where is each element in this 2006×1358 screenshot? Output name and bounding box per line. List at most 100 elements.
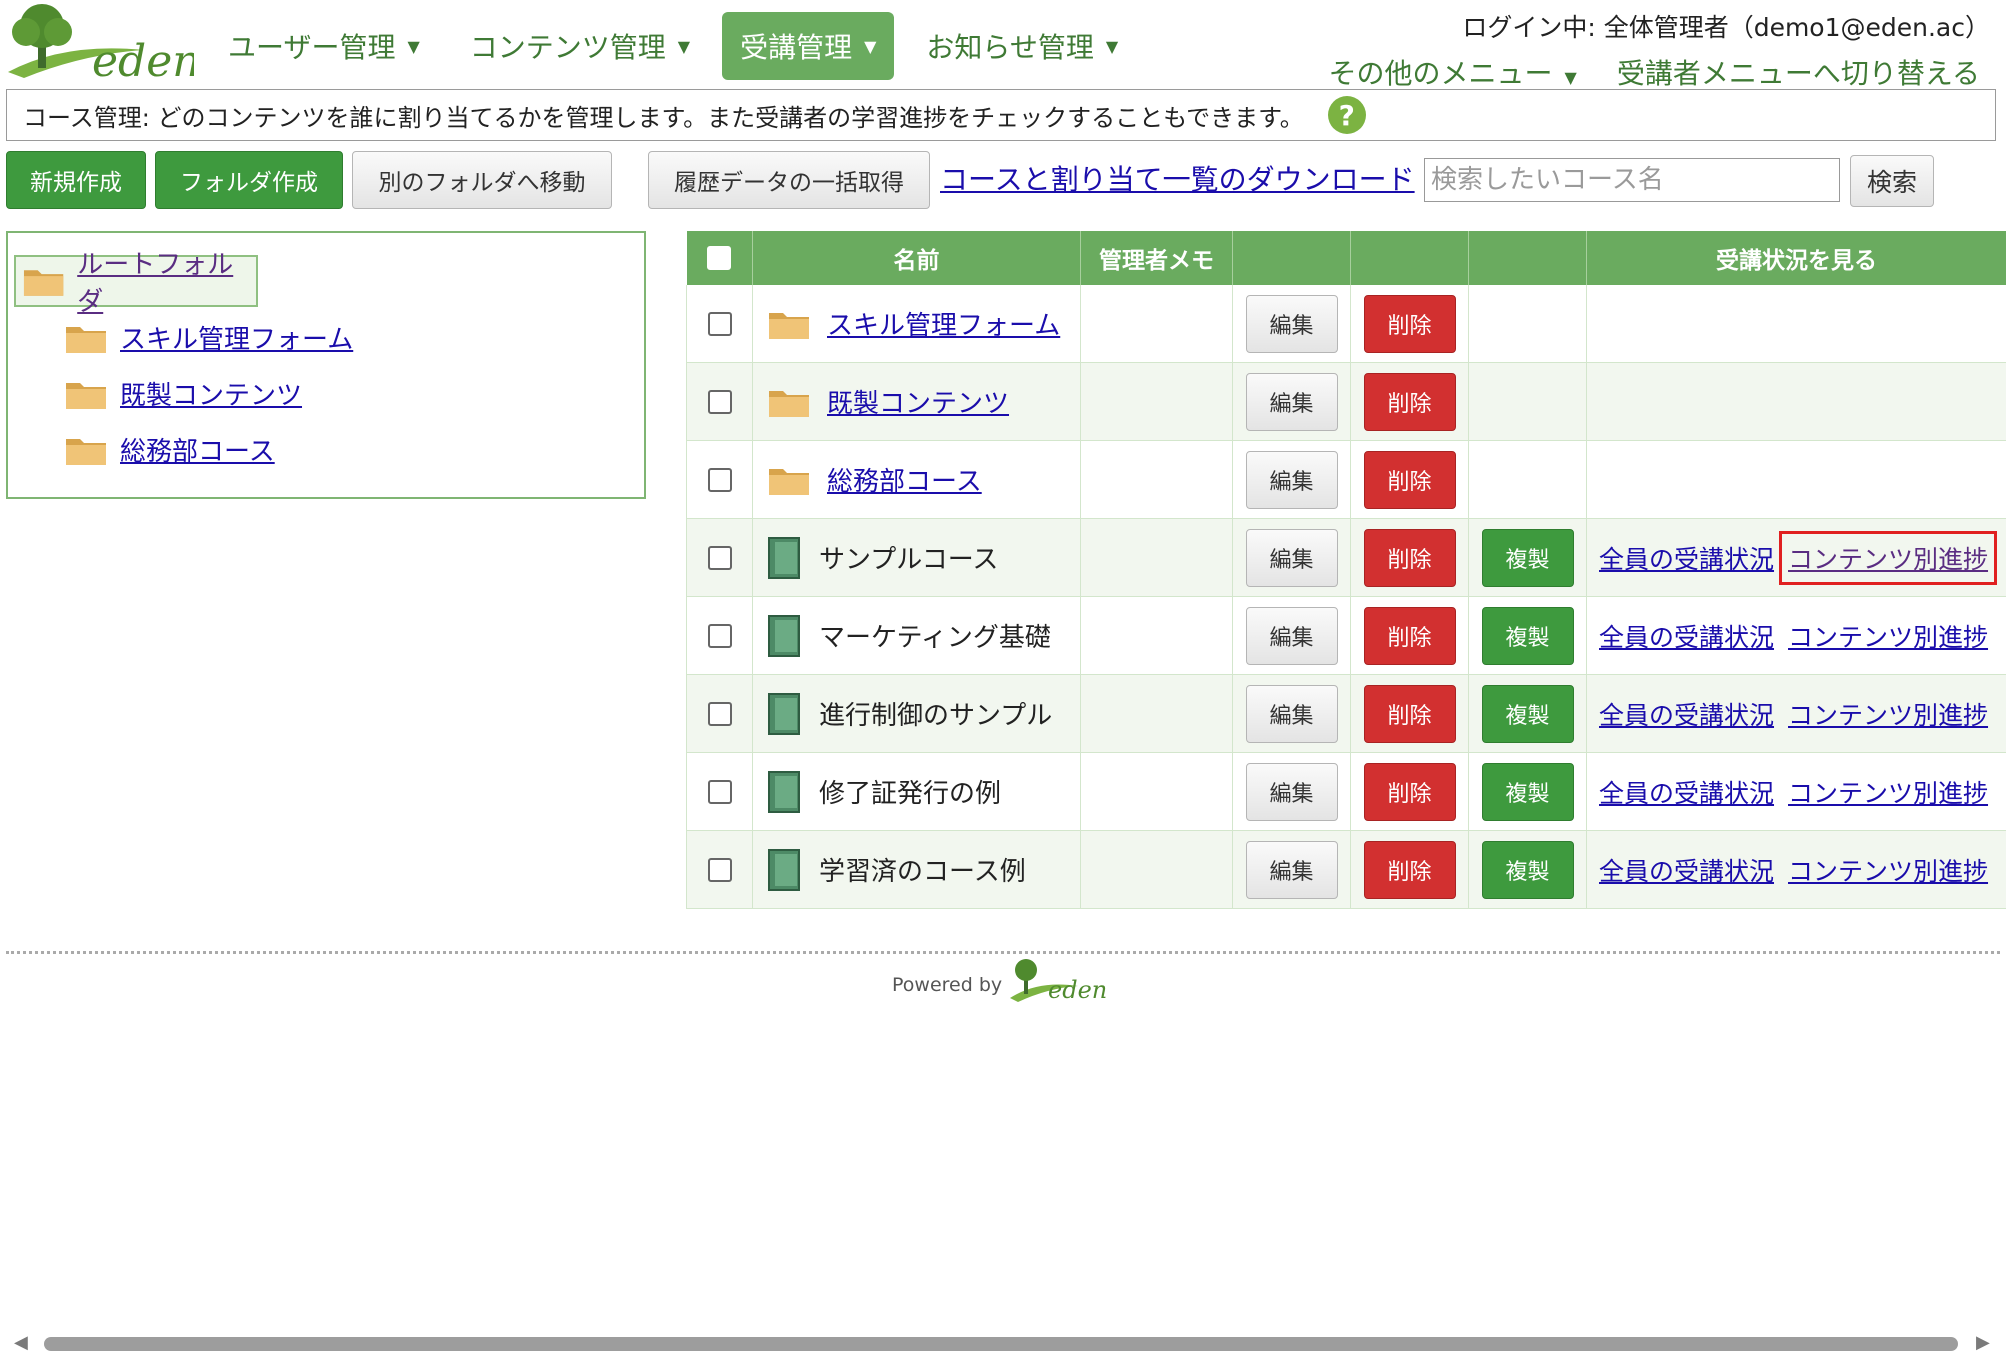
- other-menu-dropdown[interactable]: その他のメニュー ▼: [1329, 52, 1577, 92]
- copy-header: [1468, 231, 1587, 285]
- row-checkbox[interactable]: [707, 623, 732, 648]
- eden-logo[interactable]: eden: [4, 2, 201, 87]
- edit-button[interactable]: 編集: [1245, 294, 1338, 353]
- course-book-icon: [768, 770, 800, 813]
- course-book-icon: [768, 848, 800, 891]
- caret-down-icon: ▼: [1564, 68, 1577, 87]
- tree-root-link[interactable]: ルートフォルダ: [77, 244, 256, 318]
- folder-icon: [769, 312, 809, 339]
- edit-header: [1232, 231, 1351, 285]
- table-header-row: 名前 管理者メモ 受講状況を見る: [686, 231, 2006, 285]
- edit-button[interactable]: 編集: [1245, 840, 1338, 899]
- name-header: 名前: [752, 231, 1081, 285]
- bulk-history-button[interactable]: 履歴データの一括取得: [648, 151, 930, 209]
- nav-course-management[interactable]: 受講管理 ▼: [722, 12, 895, 80]
- caret-down-icon: ▼: [677, 36, 691, 56]
- all-status-link[interactable]: 全員の受講状況: [1599, 540, 1774, 576]
- all-status-link[interactable]: 全員の受講状況: [1599, 852, 1774, 888]
- tree-item-skill[interactable]: スキル管理フォーム: [64, 319, 353, 356]
- status-header: 受講状況を見る: [1586, 231, 2006, 285]
- edit-button[interactable]: 編集: [1245, 606, 1338, 665]
- description-text: コース管理: どのコンテンツを誰に割り当てるかを管理します。また受講者の学習進捗…: [23, 103, 1304, 132]
- delete-button[interactable]: 削除: [1363, 606, 1456, 665]
- switch-learner-menu-link[interactable]: 受講者メニューへ切り替える: [1617, 52, 1980, 92]
- table-row: サンプルコース 編集 削除 複製 全員の受講状況 コンテンツ別進捗: [686, 518, 2006, 597]
- page-description: コース管理: どのコンテンツを誰に割り当てるかを管理します。また受講者の学習進捗…: [6, 89, 1996, 141]
- delete-button[interactable]: 削除: [1363, 762, 1456, 821]
- folder-link[interactable]: 既製コンテンツ: [827, 383, 1009, 420]
- memo-cell: [1080, 285, 1233, 363]
- move-folder-button[interactable]: 別のフォルダへ移動: [352, 151, 612, 209]
- course-name: 進行制御のサンプル: [819, 701, 1053, 731]
- edit-button[interactable]: 編集: [1245, 450, 1338, 509]
- select-all-header: [686, 231, 753, 285]
- delete-button[interactable]: 削除: [1363, 684, 1456, 743]
- row-checkbox[interactable]: [707, 857, 732, 882]
- download-assignments-link[interactable]: コースと割り当て一覧のダウンロード: [940, 158, 1415, 198]
- row-checkbox[interactable]: [707, 467, 732, 492]
- memo-cell: [1080, 362, 1233, 441]
- delete-button[interactable]: 削除: [1363, 528, 1456, 587]
- edit-button[interactable]: 編集: [1245, 528, 1338, 587]
- memo-cell: [1080, 440, 1233, 519]
- powered-by: Powered by eden: [892, 958, 1108, 1004]
- nav-user-management[interactable]: ユーザー管理 ▼: [210, 12, 438, 80]
- help-icon[interactable]: ?: [1327, 96, 1366, 134]
- delete-button[interactable]: 削除: [1363, 840, 1456, 899]
- edit-button[interactable]: 編集: [1245, 372, 1338, 431]
- scroll-left-arrow-icon[interactable]: ◀: [14, 1332, 28, 1353]
- tree-item-link[interactable]: 既製コンテンツ: [120, 375, 302, 412]
- content-progress-link[interactable]: コンテンツ別進捗: [1788, 774, 1988, 810]
- edit-button[interactable]: 編集: [1245, 762, 1338, 821]
- edit-button[interactable]: 編集: [1245, 684, 1338, 743]
- copy-button[interactable]: 複製: [1481, 684, 1574, 743]
- folder-link[interactable]: スキル管理フォーム: [827, 305, 1060, 342]
- delete-button[interactable]: 削除: [1363, 372, 1456, 431]
- memo-cell: [1080, 518, 1233, 597]
- copy-button[interactable]: 複製: [1481, 528, 1574, 587]
- all-status-link[interactable]: 全員の受講状況: [1599, 774, 1774, 810]
- all-status-link[interactable]: 全員の受講状況: [1599, 696, 1774, 732]
- content-progress-link[interactable]: コンテンツ別進捗: [1788, 696, 1988, 732]
- delete-header: [1350, 231, 1469, 285]
- all-status-link[interactable]: 全員の受講状況: [1599, 618, 1774, 654]
- nav-label: 受講管理: [740, 31, 853, 64]
- footer-eden-logo: eden: [1010, 959, 1107, 1004]
- horizontal-scrollbar[interactable]: ◀ ▶: [0, 1330, 2006, 1354]
- search-button[interactable]: 検索: [1850, 155, 1934, 207]
- memo-header: 管理者メモ: [1080, 231, 1233, 285]
- folder-icon: [769, 468, 809, 495]
- content-progress-link[interactable]: コンテンツ別進捗: [1788, 852, 1988, 888]
- course-book-icon: [768, 536, 800, 579]
- row-checkbox[interactable]: [707, 545, 732, 570]
- tree-root-folder[interactable]: ルートフォルダ: [14, 250, 258, 317]
- tree-item-ready-made[interactable]: 既製コンテンツ: [64, 375, 302, 412]
- main-nav: ユーザー管理 ▼ コンテンツ管理 ▼ 受講管理 ▼ お知らせ管理 ▼: [210, 12, 1136, 80]
- tree-item-link[interactable]: 総務部コース: [120, 431, 275, 468]
- nav-content-management[interactable]: コンテンツ管理 ▼: [452, 12, 708, 80]
- scroll-right-arrow-icon[interactable]: ▶: [1976, 1332, 1990, 1353]
- new-course-button[interactable]: 新規作成: [6, 151, 146, 209]
- content-progress-link[interactable]: コンテンツ別進捗: [1779, 530, 1998, 585]
- create-folder-button[interactable]: フォルダ作成: [155, 151, 343, 209]
- nav-notice-management[interactable]: お知らせ管理 ▼: [908, 12, 1136, 80]
- table-row: マーケティング基礎 編集 削除 複製 全員の受講状況 コンテンツ別進捗: [686, 596, 2006, 675]
- row-checkbox[interactable]: [707, 311, 732, 336]
- content-progress-link[interactable]: コンテンツ別進捗: [1788, 618, 1988, 654]
- delete-button[interactable]: 削除: [1363, 450, 1456, 509]
- row-checkbox[interactable]: [707, 779, 732, 804]
- memo-cell: [1080, 830, 1233, 909]
- copy-button[interactable]: 複製: [1481, 840, 1574, 899]
- row-checkbox[interactable]: [707, 701, 732, 726]
- copy-button[interactable]: 複製: [1481, 762, 1574, 821]
- tree-item-general-affairs[interactable]: 総務部コース: [64, 431, 275, 468]
- tree-item-link[interactable]: スキル管理フォーム: [120, 319, 353, 356]
- scrollbar-thumb[interactable]: [44, 1337, 1958, 1351]
- folder-link[interactable]: 総務部コース: [827, 461, 982, 498]
- select-all-checkbox[interactable]: [707, 246, 732, 270]
- delete-button[interactable]: 削除: [1363, 294, 1456, 353]
- row-checkbox[interactable]: [707, 389, 732, 414]
- folder-icon: [769, 390, 809, 417]
- course-search-input[interactable]: [1424, 158, 1840, 202]
- copy-button[interactable]: 複製: [1481, 606, 1574, 665]
